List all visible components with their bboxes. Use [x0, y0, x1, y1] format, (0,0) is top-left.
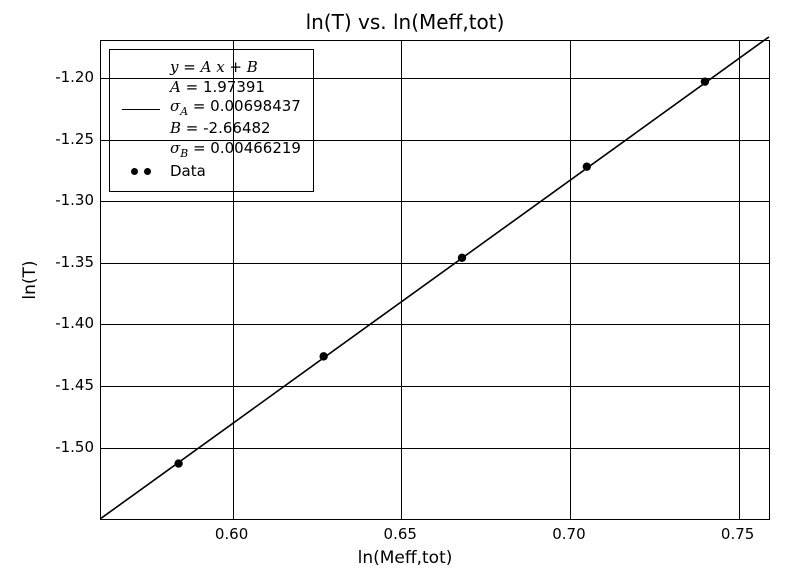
grid-line-horizontal: [101, 386, 769, 387]
grid-line-horizontal: [101, 263, 769, 264]
legend-data-label: Data: [170, 162, 206, 182]
chart-figure: ln(T) vs. ln(Meff,tot) y = A x + B A = 1…: [0, 0, 810, 578]
legend-B-line: B = -2.66482: [170, 119, 301, 139]
y-axis-label: ln(T): [20, 260, 40, 299]
legend-eq-line: y = A x + B: [170, 58, 301, 78]
legend-A-line: A = 1.97391: [170, 78, 301, 98]
legend-sigmaB-line: σB = 0.00466219: [170, 139, 301, 161]
legend-sigmaA-line: σA = 0.00698437: [170, 97, 301, 119]
y-tick-label: -1.40: [55, 314, 94, 332]
grid-line-horizontal: [101, 140, 769, 141]
legend-entry-fit: y = A x + B A = 1.97391 σA = 0.00698437 …: [120, 58, 301, 161]
grid-line-horizontal: [101, 201, 769, 202]
grid-line-horizontal: [101, 78, 769, 79]
legend-line-icon: [120, 109, 162, 110]
y-tick-label: -1.50: [55, 438, 94, 456]
y-tick-label: -1.25: [55, 130, 94, 148]
x-tick-label: 0.65: [384, 525, 417, 543]
x-tick-label: 0.60: [215, 525, 248, 543]
data-point: [583, 162, 591, 170]
plot-area: y = A x + B A = 1.97391 σA = 0.00698437 …: [100, 40, 770, 520]
legend-dots-icon: [120, 168, 162, 175]
y-tick-label: -1.30: [55, 191, 94, 209]
legend-fit-text: y = A x + B A = 1.97391 σA = 0.00698437 …: [170, 58, 301, 161]
y-tick-label: -1.20: [55, 68, 94, 86]
legend-box: y = A x + B A = 1.97391 σA = 0.00698437 …: [109, 49, 314, 192]
x-axis-label: ln(Meff,tot): [0, 548, 810, 568]
data-point: [174, 459, 182, 467]
data-point: [319, 352, 327, 360]
x-tick-label: 0.70: [552, 525, 585, 543]
legend-entry-data: Data: [120, 161, 301, 183]
y-tick-label: -1.35: [55, 253, 94, 271]
grid-line-horizontal: [101, 448, 769, 449]
data-point: [458, 254, 466, 262]
grid-line-horizontal: [101, 324, 769, 325]
chart-title: ln(T) vs. ln(Meff,tot): [0, 10, 810, 34]
y-tick-label: -1.45: [55, 376, 94, 394]
x-tick-label: 0.75: [721, 525, 754, 543]
